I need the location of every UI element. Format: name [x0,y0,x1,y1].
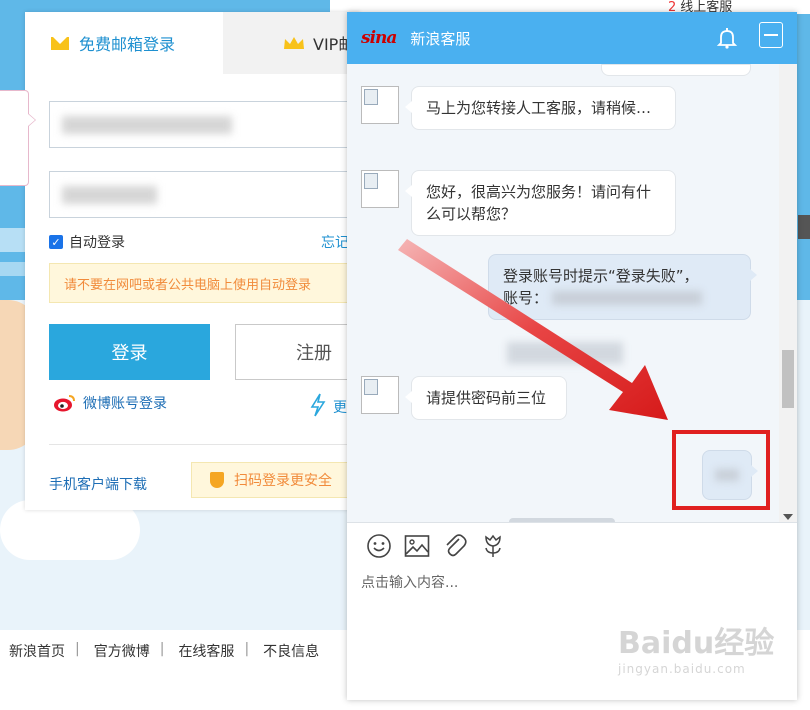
chat-toolbar [347,522,797,568]
footer-link-weibo[interactable]: 官方微博 [94,641,150,661]
login-panel: 免费邮箱登录 VIP邮 ✓ 自动登录 忘记 请不要在网吧或者公共电脑上使用自动登… [0,12,360,510]
message-input[interactable]: 点击输入内容... [361,572,458,592]
blurred-system-notice [507,342,623,364]
crown-icon [283,36,305,50]
chat-header: sina 新浪客服 [347,12,797,64]
lightning-icon [309,393,327,421]
background-decoration [798,215,810,239]
chat-message: 您好，很高兴为您服务！请问有什么可以帮您？ [405,170,676,236]
highlight-box [672,430,770,510]
register-button[interactable]: 注册 [235,324,360,380]
security-warning: 请不要在网吧或者公共电脑上使用自动登录 [49,263,360,303]
chat-title: 新浪客服 [410,29,471,48]
footer-link-service[interactable]: 在线客服 [178,641,234,661]
emoji-icon[interactable] [365,532,393,560]
mobile-client-download-link[interactable]: 手机客户端下载 [49,474,147,494]
agent-avatar [361,170,399,208]
scrollbar-thumb[interactable] [782,350,794,408]
scroll-down-arrow[interactable] [783,514,793,520]
password-input[interactable] [49,171,360,218]
attachment-icon[interactable] [441,532,469,560]
weibo-icon [53,393,77,413]
image-icon[interactable] [403,532,431,560]
bell-icon[interactable] [715,26,739,50]
footer-link-home[interactable]: 新浪首页 [9,641,65,661]
divider [49,444,360,445]
more-login-link[interactable]: 更 [309,393,347,421]
customer-service-chat-window: sina 新浪客服 马上为您转接人工客服，请稍候… 您好，很高兴为您服务！请问有… [347,12,797,700]
forget-password-link[interactable]: 忘记 [321,232,349,252]
baidu-jingyan-watermark: Baidu经验 jingyan.baidu.com [618,626,775,676]
chat-message: 马上为您转接人工客服，请稍候… [405,86,676,130]
chat-scrollbar[interactable] [779,64,797,522]
tab-vip-mail-login[interactable]: VIP邮 [223,12,360,74]
checkbox-checked-icon: ✓ [49,235,63,249]
mail-icon [51,36,69,50]
blurred-account [552,291,703,305]
blurred-username [62,116,232,134]
sina-logo: sina [361,28,397,48]
qr-login-button[interactable]: 扫码登录更安全 [191,462,360,498]
flower-icon[interactable] [479,532,507,560]
shield-icon [210,472,224,488]
weibo-login-link[interactable]: 微博账号登录 [53,393,167,413]
tab-free-mail-login[interactable]: 免费邮箱登录 [25,12,223,74]
username-input[interactable] [49,101,360,148]
footer-links: 新浪首页 | 官方微博 | 在线客服 | 不良信息 [9,641,320,661]
blurred-password [62,186,157,204]
agent-avatar [361,376,399,414]
agent-avatar [361,86,399,124]
minimize-icon [764,34,778,36]
chat-message: 请提供密码前三位 [405,376,567,420]
login-button[interactable]: 登录 [49,324,210,380]
auto-login-checkbox[interactable]: ✓ 自动登录 [49,232,125,252]
minimize-button[interactable] [759,22,783,48]
user-message: 登录账号时提示“登录失败”， 账号： [488,254,757,320]
tooltip-bubble [0,90,36,186]
footer-link-report[interactable]: 不良信息 [263,641,319,661]
previous-message-bubble [601,64,751,76]
